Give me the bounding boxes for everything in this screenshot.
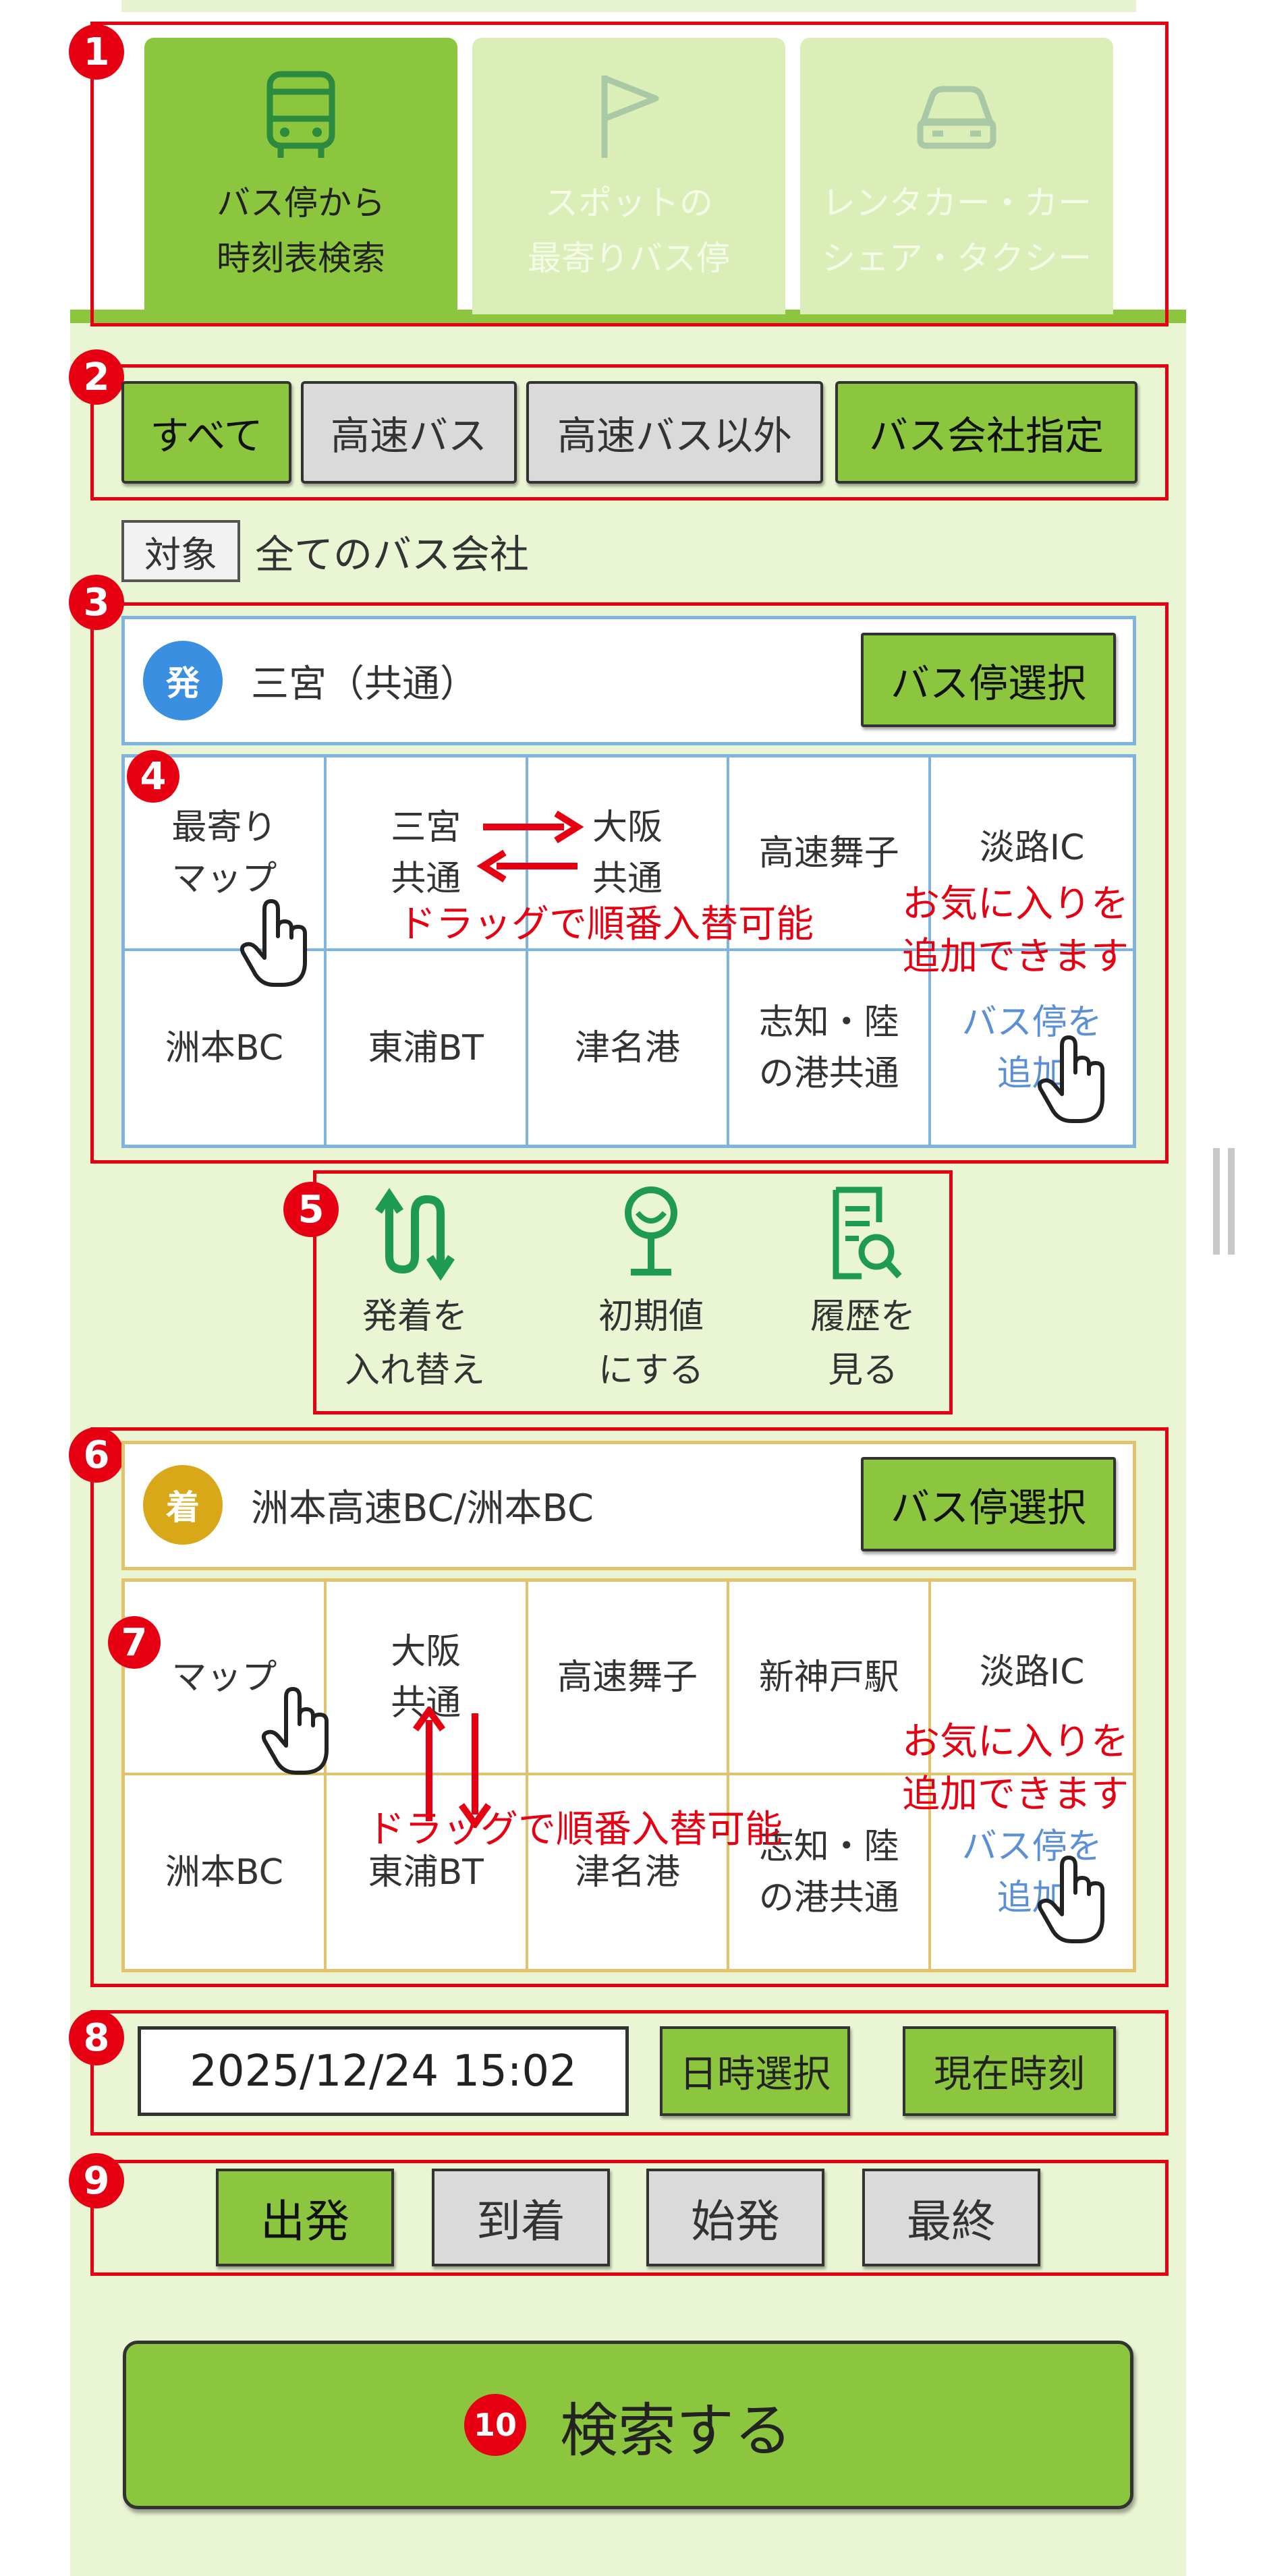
history-icon <box>833 1186 902 1280</box>
search-type-first[interactable]: 始発 <box>646 2169 824 2266</box>
tab-rental-car-taxi[interactable]: レンタカー・カー シェア・タクシー <box>800 38 1113 314</box>
tab-label: バス停から 時刻表検索 <box>217 183 385 278</box>
section-10-badge: 10 <box>464 2394 526 2456</box>
search-button-label: 検索する <box>560 2397 792 2465</box>
swap-icon <box>375 1188 455 1281</box>
flag-icon <box>601 75 659 158</box>
section-9-badge: 9 <box>69 2153 124 2208</box>
tab-label: スポットの 最寄りバス停 <box>528 183 730 278</box>
scroll-handle[interactable] <box>1213 1148 1236 1255</box>
tab-bus-stop-timetable[interactable]: バス停から 時刻表検索 <box>144 38 457 314</box>
section-3-badge: 3 <box>69 575 124 630</box>
section-7-badge: 7 <box>108 1616 161 1669</box>
departure-badge: 発 <box>143 641 223 720</box>
hand-pointer-icon <box>261 1687 329 1775</box>
favorite-note: お気に入りを 追加できます <box>902 882 1129 979</box>
action-label: 発着を 入れ替え <box>344 1296 485 1391</box>
departure-grid-cell[interactable]: 東浦BT <box>327 951 528 1145</box>
tab-spot-nearest-stop[interactable]: スポットの 最寄りバス停 <box>472 38 785 314</box>
filter-company-button[interactable]: バス会社指定 <box>835 381 1137 484</box>
swap-horizontal-arrows-icon <box>476 810 584 883</box>
filter-all-button[interactable]: すべて <box>121 381 291 484</box>
action-label: 初期値 にする <box>598 1296 704 1391</box>
section-8-badge: 8 <box>69 2010 124 2065</box>
search-type-last[interactable]: 最終 <box>862 2169 1040 2266</box>
hand-pointer-icon <box>240 899 307 987</box>
car-icon <box>917 86 996 149</box>
search-type-departure[interactable]: 出発 <box>216 2169 394 2266</box>
section-1-badge: 1 <box>69 24 124 80</box>
section-2-badge: 2 <box>69 349 124 405</box>
arrival-grid-cell[interactable]: 高速舞子 <box>528 1582 730 1775</box>
current-time-button[interactable]: 現在時刻 <box>903 2026 1116 2116</box>
arrival-select-stop-button[interactable]: バス停選択 <box>861 1457 1116 1551</box>
datetime-field[interactable]: 2025/12/24 15:02 <box>138 2026 629 2116</box>
swap-departure-arrival-button[interactable]: 発着を 入れ替え <box>324 1182 506 1398</box>
arrival-grid-cell[interactable]: 洲本BC <box>125 1775 327 1969</box>
reset-defaults-button[interactable]: 初期値 にする <box>560 1182 742 1398</box>
departure-select-stop-button[interactable]: バス停選択 <box>861 633 1116 727</box>
target-label: 対象 <box>121 520 240 582</box>
drag-reorder-note: ドラッグで順番入替可能 <box>398 903 814 946</box>
hand-pointer-icon <box>1037 1035 1104 1123</box>
section-4-badge: 4 <box>127 750 179 803</box>
bus-icon <box>266 71 335 158</box>
target-value: 全てのバス会社 <box>255 532 530 577</box>
view-history-button[interactable]: 履歴を 見る <box>772 1182 954 1398</box>
hand-pointer-icon <box>1037 1856 1104 1943</box>
top-strip <box>121 0 1136 12</box>
filter-express-button[interactable]: 高速バス <box>301 381 517 484</box>
drag-reorder-note: ドラッグで順番入替可能 <box>367 1808 783 1852</box>
favorite-note: お気に入りを 追加できます <box>902 1720 1129 1816</box>
section-6-badge: 6 <box>69 1427 124 1483</box>
filter-non-express-button[interactable]: 高速バス以外 <box>526 381 823 484</box>
arrival-badge: 着 <box>143 1465 223 1545</box>
search-type-arrival[interactable]: 到着 <box>432 2169 610 2266</box>
search-button[interactable]: 10 検索する <box>123 2341 1133 2509</box>
departure-grid-cell[interactable]: 津名港 <box>528 951 730 1145</box>
action-label: 履歴を 見る <box>810 1296 916 1391</box>
departure-stop-name: 三宮（共通） <box>251 662 478 706</box>
datetime-select-button[interactable]: 日時選択 <box>660 2026 850 2116</box>
tab-label: レンタカー・カー シェア・タクシー <box>822 183 1092 278</box>
reset-icon <box>625 1186 677 1276</box>
arrival-stop-name: 洲本高速BC/洲本BC <box>251 1486 594 1530</box>
